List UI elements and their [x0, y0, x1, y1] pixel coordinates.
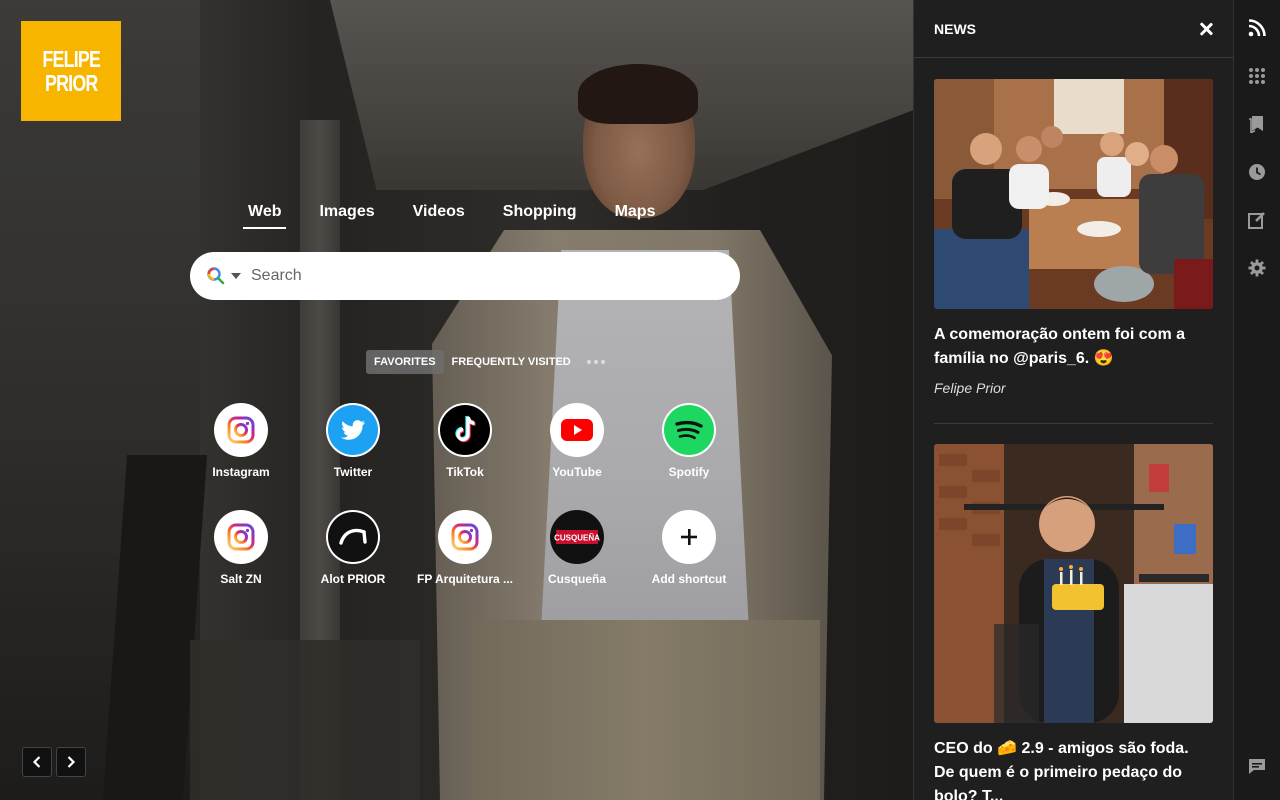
twitter-icon [326, 403, 380, 457]
notes-icon[interactable] [1247, 210, 1267, 230]
news-panel: NEWS A comemoração ontem foi com a famíl… [913, 0, 1233, 800]
next-background-button[interactable] [56, 747, 86, 777]
feedback-icon[interactable] [1247, 756, 1267, 776]
shortcut-label: Spotify [668, 465, 710, 479]
chevron-left-icon [32, 756, 41, 768]
close-icon[interactable] [1199, 22, 1213, 36]
shortcut-label: YouTube [552, 465, 602, 479]
shortcut-label: Instagram [212, 465, 270, 479]
tab-videos[interactable]: Videos [413, 196, 465, 229]
apps-grid-icon[interactable] [1247, 66, 1267, 86]
tab-images[interactable]: Images [319, 196, 374, 229]
plus-icon [662, 510, 716, 564]
settings-icon[interactable] [1247, 258, 1267, 278]
news-image[interactable] [934, 444, 1213, 723]
instagram-icon [438, 510, 492, 564]
shortcut-label: Salt ZN [220, 572, 262, 586]
shortcut-label: Alot PRIOR [320, 572, 386, 586]
instagram-icon [214, 510, 268, 564]
more-options-icon[interactable] [586, 360, 605, 364]
cusquena-logo-text: CUSQUEÑA [554, 534, 600, 543]
shortcut-youtube[interactable]: YouTube [521, 403, 633, 479]
cusquena-icon: CUSQUEÑA [550, 510, 604, 564]
instagram-icon [214, 403, 268, 457]
news-headline[interactable]: A comemoração ontem foi com a família no… [934, 323, 1213, 371]
news-title: NEWS [934, 20, 976, 37]
history-icon[interactable] [1247, 162, 1267, 182]
shortcut-spotify[interactable]: Spotify [633, 403, 745, 479]
shortcut-label: Twitter [333, 465, 373, 479]
news-headline[interactable]: CEO do 🧀 2.9 - amigos são foda. De quem … [934, 737, 1213, 800]
tab-maps[interactable]: Maps [615, 196, 656, 229]
previous-background-button[interactable] [22, 747, 52, 777]
bookmarks-icon[interactable] [1247, 114, 1267, 134]
shortcut-label: FP Arquitetura ... [416, 572, 513, 586]
news-item[interactable]: CEO do 🧀 2.9 - amigos são foda. De quem … [934, 444, 1213, 800]
search-input[interactable] [251, 267, 691, 285]
engine-dropdown-caret-icon[interactable] [231, 273, 241, 279]
tiktok-icon [438, 403, 492, 457]
news-header: NEWS [914, 0, 1233, 58]
news-image[interactable] [934, 79, 1213, 309]
news-author: Felipe Prior [934, 380, 1006, 396]
search-engine-icon[interactable] [206, 266, 226, 286]
tab-shopping[interactable]: Shopping [503, 196, 577, 229]
tab-favorites[interactable]: FAVORITES [366, 350, 444, 374]
shortcut-tiktok[interactable]: TikTok [409, 403, 521, 479]
shortcut-instagram[interactable]: Instagram [185, 403, 297, 479]
chevron-right-icon [67, 756, 76, 768]
shortcut-label: Cusqueña [547, 572, 606, 586]
news-item[interactable]: A comemoração ontem foi com a família no… [934, 79, 1213, 396]
search-bar [190, 252, 740, 300]
youtube-icon [550, 403, 604, 457]
brand-logo[interactable]: FELIPE PRIOR [21, 21, 121, 121]
shortcut-label: TikTok [446, 465, 484, 479]
shortcut-cusquena[interactable]: CUSQUEÑA Cusqueña [521, 510, 633, 586]
shortcut-twitter[interactable]: Twitter [297, 403, 409, 479]
news-divider [934, 423, 1213, 424]
logo-line2: PRIOR [44, 70, 98, 96]
right-toolbar [1233, 0, 1280, 800]
shortcut-tabs: FAVORITES FREQUENTLY VISITED [366, 350, 605, 374]
add-shortcut-button[interactable]: Add shortcut [633, 510, 745, 586]
shortcut-alot-prior[interactable]: Alot PRIOR [297, 510, 409, 586]
rss-icon[interactable] [1247, 18, 1267, 38]
shortcut-label: Add shortcut [651, 572, 727, 586]
spotify-icon [662, 403, 716, 457]
shortcut-fp-arquitetura[interactable]: FP Arquitetura ... [409, 510, 521, 586]
logo-line1: FELIPE [42, 46, 100, 72]
shortcut-salt-zn[interactable]: Salt ZN [185, 510, 297, 586]
search-type-tabs: Web Images Videos Shopping Maps [242, 196, 693, 229]
tab-frequently-visited[interactable]: FREQUENTLY VISITED [444, 350, 579, 374]
tab-web[interactable]: Web [242, 196, 288, 229]
alot-icon [326, 510, 380, 564]
background-photo [0, 0, 913, 800]
